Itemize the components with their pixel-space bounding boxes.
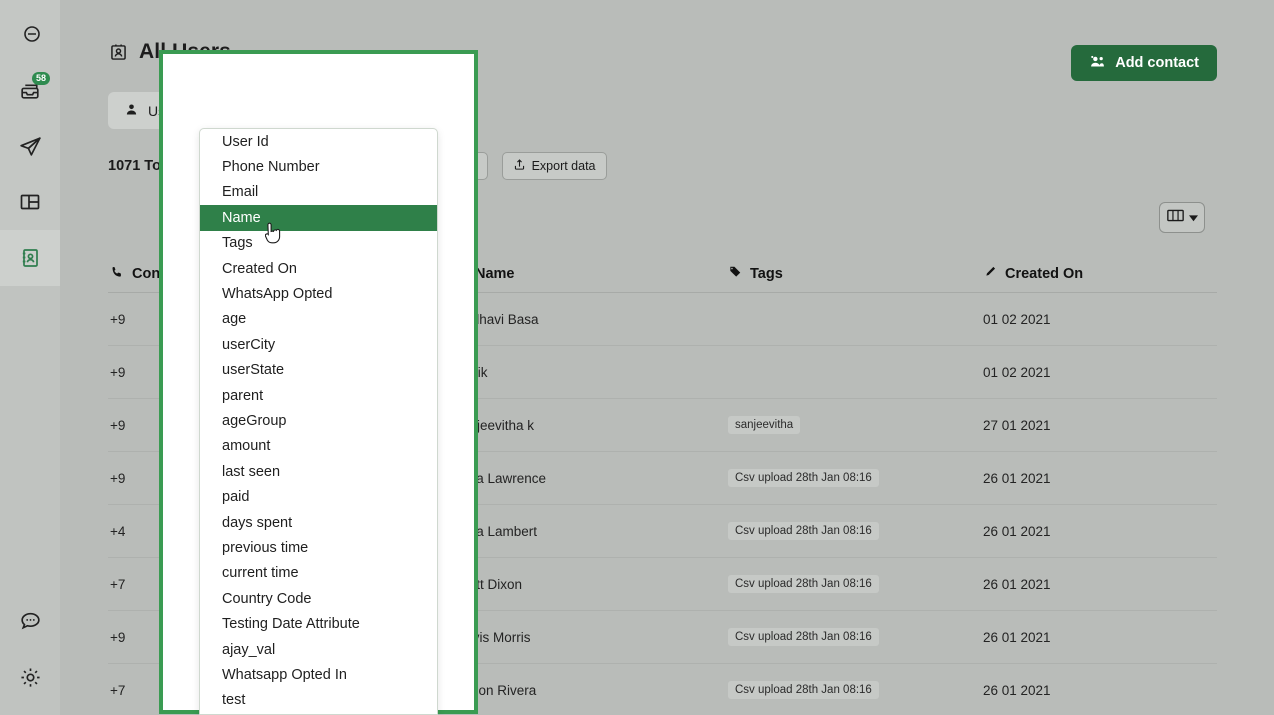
export-data-button[interactable]: Export data <box>502 152 607 180</box>
tag-chip: Csv upload 28th Jan 08:16 <box>728 522 879 540</box>
cell-created-on: 26 01 2021 <box>983 577 1217 592</box>
cell-name: Celia Lambert <box>453 524 728 539</box>
cell-name: Travis Morris <box>453 630 728 645</box>
column-header-tags[interactable]: Tags <box>728 265 983 283</box>
columns-icon <box>1167 208 1184 228</box>
column-header-name-label: Name <box>475 266 515 282</box>
cell-name: Pratik <box>453 365 728 380</box>
add-contact-button[interactable]: Add contact <box>1071 45 1217 81</box>
eclipse-icon <box>18 22 42 46</box>
dropdown-item-paid[interactable]: paid <box>200 484 437 509</box>
chevron-down-icon <box>1189 209 1198 227</box>
cell-tags: Csv upload 28th Jan 08:16 <box>728 469 983 487</box>
sidebar-item-settings[interactable] <box>0 649 60 705</box>
cell-created-on: 01 02 2021 <box>983 365 1217 380</box>
dropdown-item-days-spent[interactable]: days spent <box>200 510 437 535</box>
dropdown-item-tags[interactable]: Tags <box>200 231 437 256</box>
dropdown-item-usercity[interactable]: userCity <box>200 332 437 357</box>
sidebar-item-inbox[interactable]: 58 <box>0 62 60 118</box>
dropdown-item-whatsapp-opted[interactable]: WhatsApp Opted <box>200 281 437 306</box>
cell-created-on: 26 01 2021 <box>983 683 1217 698</box>
cell-name: Mason Rivera <box>453 683 728 698</box>
cell-created-on: 26 01 2021 <box>983 630 1217 645</box>
dropdown-item-ajay-val[interactable]: ajay_val <box>200 637 437 662</box>
dropdown-item-amount[interactable]: amount <box>200 434 437 459</box>
dropdown-item-email[interactable]: Email <box>200 180 437 205</box>
tag-icon <box>728 265 742 283</box>
dropdown-item-current-time[interactable]: current time <box>200 561 437 586</box>
cell-name: Scott Dixon <box>453 577 728 592</box>
upload-icon <box>513 158 526 174</box>
column-header-created-label: Created On <box>1005 266 1083 282</box>
cell-tags: Csv upload 28th Jan 08:16 <box>728 575 983 593</box>
dropdown-item-phone-number[interactable]: Phone Number <box>200 154 437 179</box>
inbox-unread-badge: 58 <box>32 72 50 85</box>
tag-chip: Csv upload 28th Jan 08:16 <box>728 575 879 593</box>
tag-chip: Csv upload 28th Jan 08:16 <box>728 469 879 487</box>
column-header-tags-label: Tags <box>750 266 783 282</box>
phone-icon <box>110 265 124 283</box>
person-icon <box>124 102 139 120</box>
left-sidebar: 58 <box>0 0 60 715</box>
column-chooser-button[interactable] <box>1159 202 1205 233</box>
sidebar-item-help-chat[interactable] <box>0 593 60 649</box>
export-data-label: Export data <box>532 159 596 173</box>
address-book-icon <box>108 42 129 63</box>
dropdown-item-testing-date-attribute[interactable]: Testing Date Attribute <box>200 611 437 636</box>
dropdown-item-name[interactable]: Name <box>200 205 437 230</box>
cell-tags: Csv upload 28th Jan 08:16 <box>728 522 983 540</box>
pencil-icon <box>983 265 997 283</box>
add-contact-label: Add contact <box>1115 55 1199 71</box>
cell-created-on: 27 01 2021 <box>983 418 1217 433</box>
sidebar-item-contacts[interactable] <box>0 230 60 286</box>
cell-created-on: 01 02 2021 <box>983 312 1217 327</box>
column-header-created-on[interactable]: Created On <box>983 265 1217 283</box>
cell-name: Sanjeevitha k <box>453 418 728 433</box>
tag-chip: Csv upload 28th Jan 08:16 <box>728 681 879 699</box>
attribute-dropdown-menu[interactable]: User IdPhone NumberEmailNameTagsCreated … <box>199 128 438 715</box>
column-header-name[interactable]: Name <box>453 265 728 283</box>
users-group-icon <box>1089 53 1106 74</box>
dropdown-item-agegroup[interactable]: ageGroup <box>200 408 437 433</box>
cell-tags: Csv upload 28th Jan 08:16 <box>728 628 983 646</box>
sidebar-item-broadcast[interactable] <box>0 118 60 174</box>
dropdown-item-last-seen[interactable]: last seen <box>200 459 437 484</box>
cell-tags: Csv upload 28th Jan 08:16 <box>728 681 983 699</box>
chat-icon <box>18 609 43 634</box>
dropdown-item-user-id[interactable]: User Id <box>200 129 437 154</box>
settings-gear-icon <box>18 665 43 690</box>
dropdown-item-created-on[interactable]: Created On <box>200 256 437 281</box>
cell-created-on: 26 01 2021 <box>983 471 1217 486</box>
dropdown-item-userstate[interactable]: userState <box>200 358 437 383</box>
cell-created-on: 26 01 2021 <box>983 524 1217 539</box>
contacts-icon <box>18 246 42 270</box>
dropdown-item-previous-time[interactable]: previous time <box>200 535 437 560</box>
cell-tags: sanjeevitha <box>728 416 983 434</box>
tag-chip: sanjeevitha <box>728 416 800 434</box>
send-icon <box>18 134 43 159</box>
sidebar-bottom-group <box>0 593 60 715</box>
dropdown-item-parent[interactable]: parent <box>200 383 437 408</box>
cell-name: Delia Lawrence <box>453 471 728 486</box>
dropdown-item-country-code[interactable]: Country Code <box>200 586 437 611</box>
dropdown-item-test[interactable]: test <box>200 688 437 713</box>
dropdown-item-age[interactable]: age <box>200 307 437 332</box>
sidebar-top-group: 58 <box>0 0 60 286</box>
sidebar-item-dashboard[interactable] <box>0 174 60 230</box>
dashboard-icon <box>18 190 42 214</box>
sidebar-item-eclipse[interactable] <box>0 6 60 62</box>
app-root: 58 <box>0 0 1274 715</box>
dropdown-item-whatsapp-opted-in[interactable]: Whatsapp Opted In <box>200 662 437 687</box>
tag-chip: Csv upload 28th Jan 08:16 <box>728 628 879 646</box>
cell-name: Madhavi Basa <box>453 312 728 327</box>
